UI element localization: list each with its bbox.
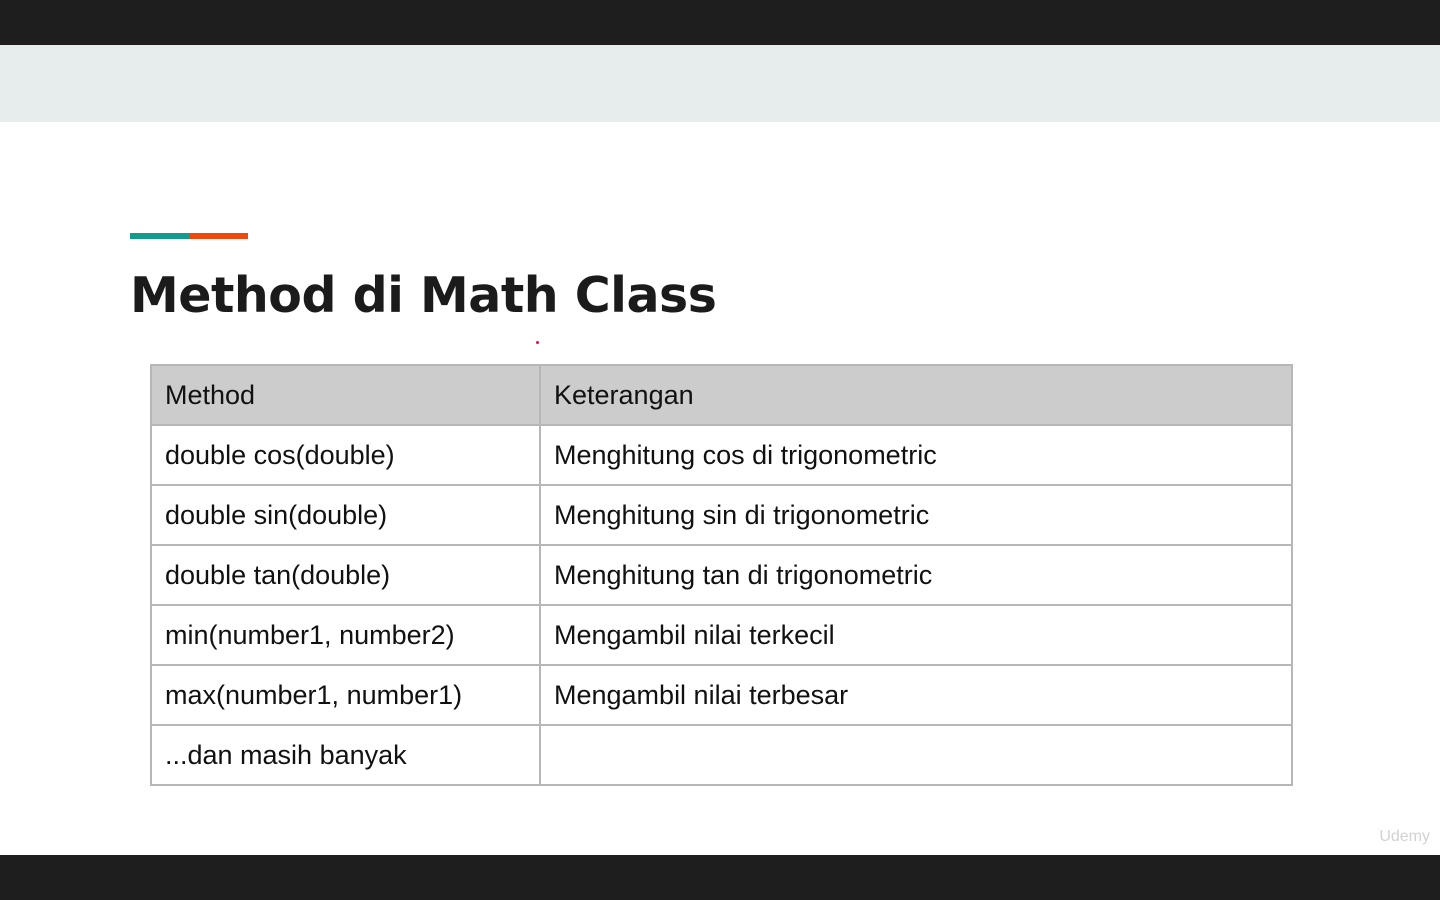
presentation-slide: Method di Math Class Method Keterangan d… xyxy=(0,45,1440,855)
udemy-watermark: Udemy xyxy=(1379,828,1430,845)
video-letterbox-bottom xyxy=(0,855,1440,900)
slide-header-band xyxy=(0,45,1440,122)
method-cell: double cos(double) xyxy=(150,424,541,486)
method-cell: double sin(double) xyxy=(150,484,541,546)
description-cell: Menghitung sin di trigonometric xyxy=(539,484,1293,546)
table-row: double cos(double) Menghitung cos di tri… xyxy=(150,424,1293,486)
table-row: double tan(double) Menghitung tan di tri… xyxy=(150,544,1293,606)
description-cell: Mengambil nilai terkecil xyxy=(539,604,1293,666)
table-row: min(number1, number2) Mengambil nilai te… xyxy=(150,604,1293,666)
methods-table: Method Keterangan double cos(double) Men… xyxy=(150,364,1293,786)
column-header-keterangan: Keterangan xyxy=(539,364,1293,426)
title-accent-line xyxy=(130,233,248,239)
method-cell: min(number1, number2) xyxy=(150,604,541,666)
description-cell: Menghitung cos di trigonometric xyxy=(539,424,1293,486)
accent-segment-teal xyxy=(130,233,190,239)
slide-title: Method di Math Class xyxy=(130,267,717,324)
method-cell: ...dan masih banyak xyxy=(150,724,541,786)
table-row: ...dan masih banyak xyxy=(150,724,1293,786)
table-row: max(number1, number1) Mengambil nilai te… xyxy=(150,664,1293,726)
table-header-row: Method Keterangan xyxy=(150,364,1293,426)
accent-segment-orange xyxy=(190,233,248,239)
table-row: double sin(double) Menghitung sin di tri… xyxy=(150,484,1293,546)
pointer-dot xyxy=(536,341,539,344)
description-cell: Menghitung tan di trigonometric xyxy=(539,544,1293,606)
method-cell: max(number1, number1) xyxy=(150,664,541,726)
description-cell xyxy=(539,724,1293,786)
description-cell: Mengambil nilai terbesar xyxy=(539,664,1293,726)
column-header-method: Method xyxy=(150,364,541,426)
video-letterbox-top xyxy=(0,0,1440,45)
method-cell: double tan(double) xyxy=(150,544,541,606)
